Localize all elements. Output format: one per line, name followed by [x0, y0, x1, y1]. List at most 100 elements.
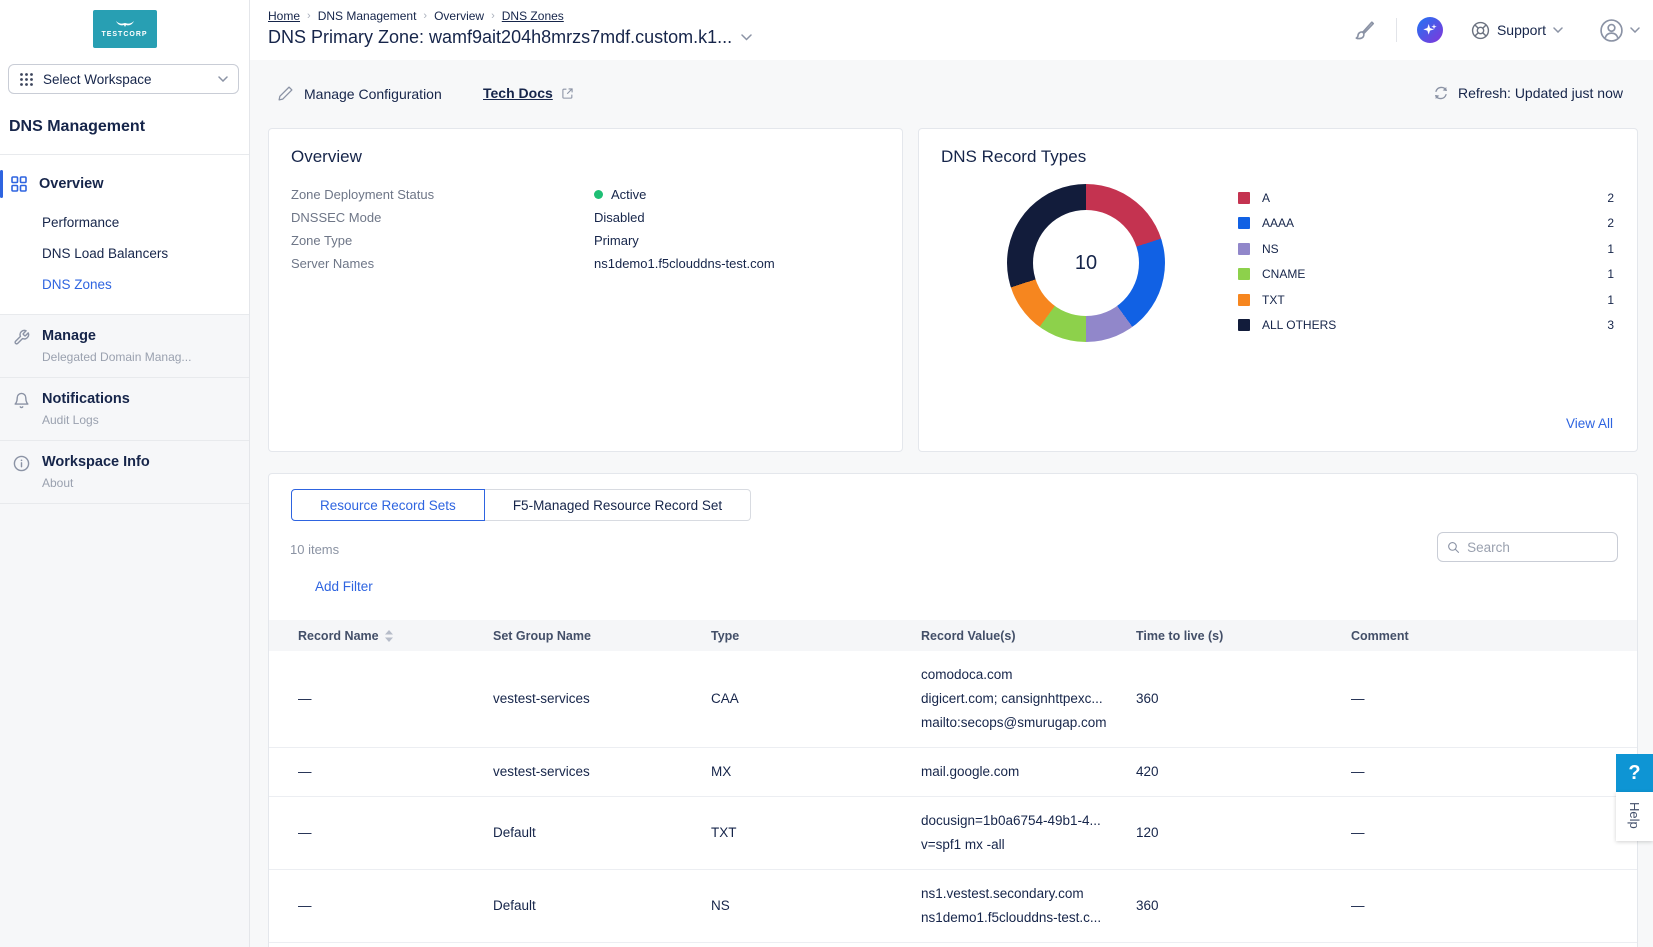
cell-type: NS [711, 894, 921, 918]
sidebar-item-notifications[interactable]: Notifications Audit Logs [0, 378, 249, 441]
sparkle-icon [1422, 22, 1438, 38]
record-types-donut-chart[interactable]: 10 [1007, 184, 1165, 342]
overview-subitems: PerformanceDNS Load BalancersDNS Zones [0, 207, 249, 300]
resource-records-card: Resource Record Sets F5-Managed Resource… [268, 473, 1638, 947]
sidebar-item-manage[interactable]: Manage Delegated Domain Manag... [0, 315, 249, 378]
donut-center: 10 [1033, 210, 1139, 316]
manage-configuration-button[interactable]: Manage Configuration [277, 85, 442, 102]
breadcrumb-separator: › [423, 10, 427, 22]
grid-dots-icon [19, 72, 34, 87]
legend-swatch-icon [1238, 319, 1250, 331]
records-table: Record NameSet Group NameTypeRecord Valu… [269, 620, 1637, 947]
legend-swatch-icon [1238, 217, 1250, 229]
table-row[interactable]: —vestest-servicesCAAcomodoca.comdigicert… [269, 651, 1637, 748]
cell-ttl: 360 [1136, 687, 1351, 711]
dns-record-types-title: DNS Record Types [941, 147, 1086, 167]
sidebar-item-notifications-sublabel: Audit Logs [42, 413, 249, 427]
legend-label: AAAA [1262, 216, 1607, 230]
sidebar-item-overview[interactable]: Overview [0, 167, 249, 201]
cell-record-name: — [298, 894, 493, 918]
column-header-record-name[interactable]: Record Name [298, 629, 493, 643]
chevron-down-icon [1630, 27, 1640, 33]
view-all-link[interactable]: View All [1566, 416, 1613, 431]
support-menu[interactable]: Support [1471, 21, 1563, 40]
table-header-row: Record NameSet Group NameTypeRecord Valu… [269, 620, 1637, 651]
pencil-icon [277, 85, 294, 102]
search-box[interactable] [1437, 532, 1618, 562]
legend-label: CNAME [1262, 267, 1607, 281]
ai-assistant-button[interactable] [1417, 17, 1443, 43]
help-tab[interactable]: Help [1616, 792, 1653, 841]
paintbrush-icon[interactable] [1354, 19, 1376, 41]
overview-card-title: Overview [291, 147, 362, 167]
info-icon [13, 455, 30, 472]
sidebar-item-dns-zones[interactable]: DNS Zones [0, 269, 249, 300]
manage-configuration-label: Manage Configuration [304, 86, 442, 102]
legend-swatch-icon [1238, 243, 1250, 255]
account-menu[interactable] [1599, 18, 1640, 43]
title-chevron-down-icon[interactable] [741, 34, 752, 41]
table-row[interactable]: —DefaultTXTdocusign=1b0a6754-49b1-4...v=… [269, 797, 1637, 870]
refresh-icon [1433, 85, 1449, 101]
refresh-button[interactable]: Refresh: Updated just now [1433, 85, 1623, 101]
search-input[interactable] [1467, 540, 1608, 555]
field-value: Disabled [594, 210, 645, 225]
sort-icon[interactable] [385, 630, 393, 642]
legend-count: 3 [1607, 318, 1614, 332]
cell-ttl: 360 [1136, 894, 1351, 918]
breadcrumb-item-dns-management: DNS Management [318, 9, 417, 23]
tab-f5-managed-record-set[interactable]: F5-Managed Resource Record Set [485, 489, 751, 521]
cell-set-group-name: vestest-services [493, 687, 711, 711]
dns-record-types-card: DNS Record Types 10 A2AAAA2NS1CNAME1TXT1… [918, 128, 1638, 452]
workspace-selector[interactable]: Select Workspace [8, 64, 239, 94]
field-label: Server Names [291, 256, 594, 271]
legend-count: 2 [1607, 216, 1614, 230]
sidebar-item-workspace-info[interactable]: Workspace Info About [0, 441, 249, 504]
field-label: Zone Type [291, 233, 594, 248]
legend-label: TXT [1262, 293, 1607, 307]
legend-count: 2 [1607, 191, 1614, 205]
chevron-down-icon [1553, 27, 1563, 33]
search-icon [1447, 540, 1460, 555]
field-value: Primary [594, 233, 639, 248]
divider [1396, 18, 1397, 42]
legend-item-a: A2 [1238, 185, 1614, 211]
cell-record-name: — [298, 821, 493, 845]
table-body: —vestest-servicesCAAcomodoca.comdigicert… [269, 651, 1637, 947]
bell-icon [13, 392, 30, 409]
help-label: Help [1627, 802, 1642, 829]
cell-set-group-name: Default [493, 894, 711, 918]
table-row[interactable]: —vestest-servicesMXmail.google.com420— [269, 748, 1637, 797]
page-title-row: DNS Primary Zone: wamf9ait204h8mrzs7mdf.… [268, 27, 752, 48]
overview-fields: Zone Deployment StatusActiveDNSSEC ModeD… [291, 183, 880, 275]
add-filter-button[interactable]: Add Filter [291, 579, 373, 594]
support-label: Support [1497, 22, 1546, 38]
testcorp-logo[interactable]: TESTCORP [93, 10, 157, 48]
topbar-actions: Support [1354, 0, 1640, 60]
tech-docs-link[interactable]: Tech Docs [483, 85, 574, 101]
legend-label: ALL OTHERS [1262, 318, 1607, 332]
table-row[interactable]: —DefaultAAAA1111:1111...300— [269, 943, 1637, 947]
legend-swatch-icon [1238, 294, 1250, 306]
column-header-time-to-live-s-: Time to live (s) [1136, 629, 1351, 643]
table-row[interactable]: —DefaultNSns1.vestest.secondary.comns1de… [269, 870, 1637, 943]
sidebar-item-overview-label: Overview [39, 176, 104, 192]
breadcrumb-item-home[interactable]: Home [268, 9, 300, 23]
cell-comment: — [1351, 821, 1637, 845]
chart-legend: A2AAAA2NS1CNAME1TXT1ALL OTHERS3 [1238, 185, 1614, 338]
breadcrumb-item-dns-zones[interactable]: DNS Zones [502, 9, 564, 23]
logo-text: TESTCORP [101, 31, 147, 38]
breadcrumb-item-overview: Overview [434, 9, 484, 23]
sidebar-item-dns-load-balancers[interactable]: DNS Load Balancers [0, 238, 249, 269]
sidebar-item-performance[interactable]: Performance [0, 207, 249, 238]
legend-item-cname: CNAME1 [1238, 262, 1614, 288]
status-dot-icon [594, 190, 603, 199]
cell-ttl: 420 [1136, 760, 1351, 784]
cell-comment: — [1351, 760, 1637, 784]
overview-field-row: Zone TypePrimary [291, 229, 880, 252]
sidebar-item-manage-label: Manage [42, 328, 249, 344]
donut-total: 10 [1075, 252, 1097, 275]
avatar-icon [1599, 18, 1624, 43]
tab-resource-record-sets[interactable]: Resource Record Sets [291, 489, 485, 521]
help-question-button[interactable]: ? [1616, 754, 1653, 792]
